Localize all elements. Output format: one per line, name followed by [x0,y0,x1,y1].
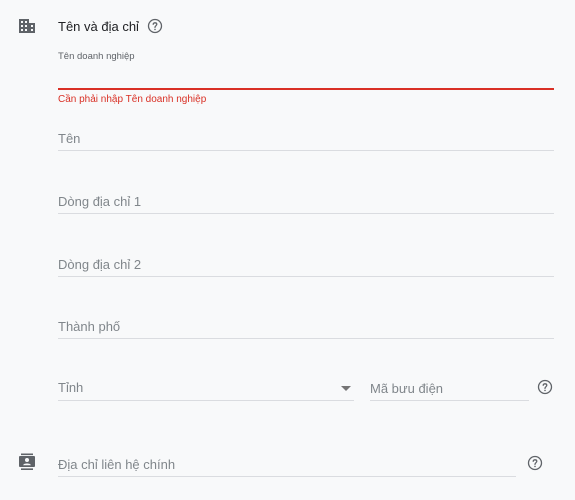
business-name-label: Tên doanh nghiệp [58,51,135,62]
address-line-1-input[interactable] [58,189,554,214]
province-label: Tỉnh [58,380,84,395]
dropdown-arrow-icon [341,386,351,391]
help-icon[interactable] [537,379,553,395]
address-line-2-input[interactable] [58,252,554,277]
section-title: Tên và địa chỉ [58,19,139,34]
help-icon[interactable] [527,455,543,471]
province-dropdown[interactable]: Tỉnh [58,376,354,401]
business-name-error-message: Cần phải nhập Tên doanh nghiệp [58,94,207,105]
name-input[interactable] [58,126,554,151]
contact-card-icon [19,453,35,470]
business-name-input[interactable] [58,66,554,86]
help-icon[interactable] [147,18,163,34]
primary-contact-input[interactable] [58,452,516,477]
postal-code-input[interactable] [370,376,529,401]
address-form-page: Tên và địa chỉ Tên doanh nghiệp Cần phải… [0,0,575,500]
business-building-icon [19,19,35,33]
business-name-error-underline [58,88,554,90]
city-input[interactable] [58,314,554,339]
